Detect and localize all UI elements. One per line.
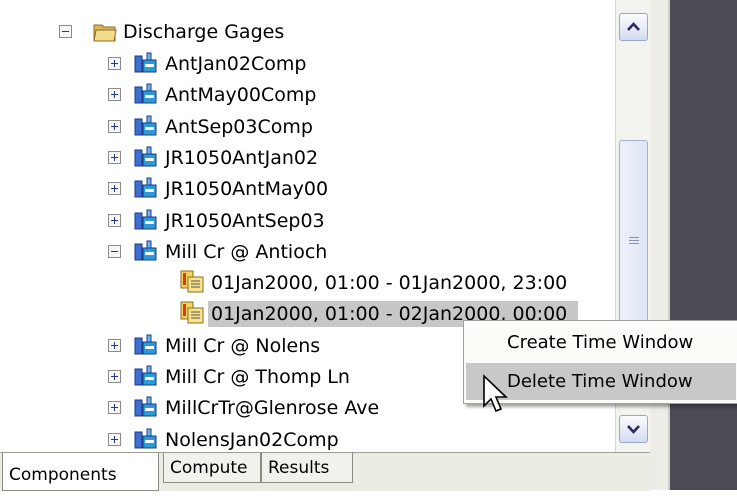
time-window-icon: [180, 301, 204, 324]
expand-toggle-icon[interactable]: [108, 401, 121, 414]
tree-label: Discharge Gages: [123, 21, 285, 43]
expand-toggle-icon[interactable]: [108, 433, 121, 446]
tree-label: NolensJan02Comp: [165, 429, 339, 451]
collapse-toggle-icon[interactable]: [59, 25, 72, 38]
time-window-icon: [180, 270, 204, 293]
gage-icon: [134, 177, 157, 198]
tree-label: MillCrTr@Glenrose Ave: [165, 397, 380, 419]
grip-line: [629, 237, 639, 238]
tree-node-discharge-gages[interactable]: Discharge Gages: [0, 16, 610, 48]
tree-node-gage[interactable]: AntJan02Comp: [0, 48, 610, 80]
tree-node-gage[interactable]: JR1050AntSep03: [0, 205, 610, 237]
expand-toggle-icon[interactable]: [108, 88, 121, 101]
expand-toggle-icon[interactable]: [108, 214, 121, 227]
tree-label: 01Jan2000, 01:00 - 01Jan2000, 23:00: [211, 272, 568, 294]
tree-label: Mill Cr @ Nolens: [165, 335, 321, 357]
scroll-thumb[interactable]: [619, 140, 648, 345]
scroll-down-button[interactable]: [619, 415, 648, 443]
gage-icon: [134, 146, 157, 167]
expand-toggle-icon[interactable]: [108, 339, 121, 352]
side-panel: [650, 0, 737, 490]
tree-label: AntMay00Comp: [165, 84, 317, 106]
tree-node-gage[interactable]: Mill Cr @ Antioch: [0, 236, 610, 268]
gage-icon: [134, 83, 157, 104]
tree-label: JR1050AntJan02: [165, 147, 319, 169]
tree-node-gage[interactable]: JR1050AntMay00: [0, 173, 610, 205]
tree-label: JR1050AntSep03: [165, 210, 325, 232]
panel-border: [650, 0, 670, 490]
chevron-up-icon: [627, 22, 640, 31]
gage-icon: [134, 365, 157, 386]
tree-node-time-window[interactable]: 01Jan2000, 01:00 - 01Jan2000, 23:00: [0, 267, 610, 299]
tree-label: Mill Cr @ Antioch: [165, 241, 328, 263]
tree-label: AntJan02Comp: [165, 53, 307, 75]
folder-open-icon: [93, 24, 117, 42]
gage-icon: [134, 52, 157, 73]
tree-label: JR1050AntMay00: [165, 178, 329, 200]
expand-toggle-icon[interactable]: [108, 182, 121, 195]
tab-compute[interactable]: Compute: [163, 453, 261, 483]
gage-icon: [134, 334, 157, 355]
expand-toggle-icon[interactable]: [108, 57, 121, 70]
expand-toggle-icon[interactable]: [108, 120, 121, 133]
tree-node-gage[interactable]: AntSep03Comp: [0, 111, 610, 143]
gage-icon: [134, 240, 157, 261]
gage-icon: [134, 209, 157, 230]
tab-results[interactable]: Results: [261, 453, 353, 483]
scroll-up-button[interactable]: [619, 13, 648, 41]
collapse-toggle-icon[interactable]: [108, 245, 121, 258]
gage-icon: [134, 396, 157, 417]
tree-label: AntSep03Comp: [165, 116, 313, 138]
menu-item-create-time-window[interactable]: Create Time Window: [466, 324, 736, 361]
chevron-down-icon: [627, 425, 640, 434]
tree-node-gage[interactable]: AntMay00Comp: [0, 79, 610, 111]
tree-node-gage[interactable]: JR1050AntJan02: [0, 142, 610, 174]
gage-icon: [134, 428, 157, 449]
grip-line: [629, 243, 639, 244]
mouse-cursor-icon: [483, 374, 508, 413]
expand-toggle-icon[interactable]: [108, 370, 121, 383]
tab-bar: Components Compute Results: [0, 452, 650, 491]
tab-components[interactable]: Components: [2, 453, 159, 491]
tree-node-gage[interactable]: NolensJan02Comp: [0, 424, 610, 452]
grip-line: [629, 240, 639, 241]
expand-toggle-icon[interactable]: [108, 151, 121, 164]
tree-label: Mill Cr @ Thomp Ln: [165, 366, 350, 388]
gage-icon: [134, 115, 157, 136]
